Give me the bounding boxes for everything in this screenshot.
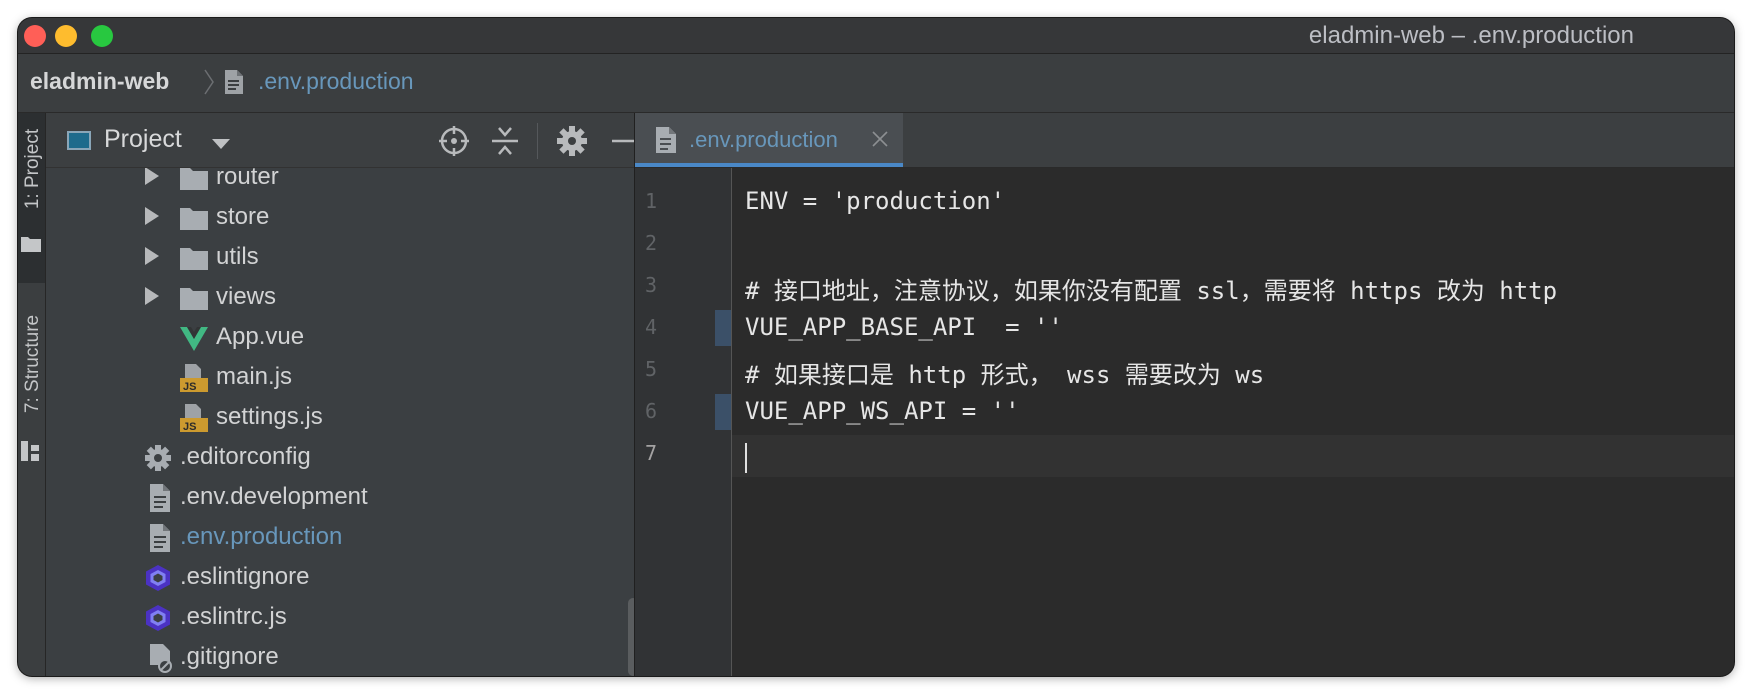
tree-item-gitignore[interactable]: .gitignore — [46, 639, 606, 676]
expand-arrow-icon[interactable] — [145, 247, 159, 265]
svg-text:JS: JS — [183, 421, 196, 433]
line-number: 1 — [645, 189, 658, 213]
folder-icon — [180, 208, 208, 230]
line-number: 7 — [645, 441, 658, 465]
project-panel-header: Project — [46, 113, 636, 168]
line-number: 5 — [645, 357, 658, 381]
line-number: 3 — [645, 273, 658, 297]
project-view-label[interactable]: Project — [104, 125, 182, 154]
eslint-icon — [146, 605, 170, 631]
tree-item-label: main.js — [216, 363, 293, 390]
toolbar-divider — [537, 123, 538, 159]
minimize-window-button[interactable] — [55, 25, 77, 47]
tree-item-label: settings.js — [216, 403, 323, 430]
collapse-all-icon[interactable] — [488, 124, 522, 158]
locate-icon[interactable] — [437, 124, 471, 158]
project-tree: router store utils views App.vue JS main… — [46, 168, 634, 676]
tree-item-label: .editorconfig — [180, 443, 311, 470]
editor-tab-label: .env.production — [689, 127, 838, 152]
tree-item-env-production[interactable]: .env.production — [46, 519, 606, 559]
code-line: # 接口地址，注意协议，如果你没有配置 ssl，需要将 https 改为 htt… — [745, 277, 1558, 305]
tree-item-app-vue[interactable]: App.vue — [46, 319, 606, 359]
chevron-down-icon[interactable] — [212, 139, 230, 149]
tree-item-eslintrc-js[interactable]: .eslintrc.js — [46, 599, 606, 639]
eslint-icon — [146, 565, 170, 591]
tree-item-label: store — [216, 203, 270, 230]
title-bar: eladmin-web – .env.production — [18, 18, 1734, 54]
structure-tool-window-tab[interactable]: 7: Structure — [18, 293, 45, 473]
tree-item-label: .eslintignore — [180, 563, 310, 590]
tree-item-label: .env.production — [180, 523, 343, 550]
code-line: ENV = 'production' — [745, 187, 1006, 215]
editor: .env.production 1 2 3 4 5 6 7 ENV = 'pro… — [634, 113, 1734, 676]
text-file-icon — [656, 127, 676, 153]
folder-icon — [180, 168, 208, 190]
tree-item-settings-js[interactable]: JS settings.js — [46, 399, 606, 439]
text-file-icon — [150, 484, 170, 512]
js-file-icon: JS — [180, 364, 208, 393]
tree-item-label: App.vue — [216, 323, 305, 350]
tree-item-label: .env.development — [180, 483, 368, 510]
current-line-highlight — [635, 435, 1734, 477]
tree-item-views[interactable]: views — [46, 279, 606, 319]
tree-item-label: .gitignore — [180, 643, 279, 670]
editor-tab-env-production[interactable]: .env.production — [635, 113, 903, 167]
line-number-gutter: 1 2 3 4 5 6 7 — [635, 168, 732, 676]
text-cursor — [745, 443, 747, 473]
line-number: 6 — [645, 399, 658, 423]
editor-tab-bar: .env.production — [635, 113, 1734, 168]
tree-item-store[interactable]: store — [46, 199, 606, 239]
vue-icon — [180, 327, 208, 351]
project-view-icon — [67, 131, 91, 150]
window-title: eladmin-web – .env.production — [1308, 22, 1634, 49]
folder-icon — [21, 237, 41, 252]
expand-arrow-icon[interactable] — [145, 287, 159, 305]
ide-window: eladmin-web – .env.production eladmin-we… — [18, 18, 1734, 676]
close-window-button[interactable] — [24, 25, 46, 47]
gear-file-icon — [145, 445, 171, 471]
text-file-icon — [150, 524, 170, 552]
line-number: 4 — [645, 315, 658, 339]
tree-item-label: views — [216, 283, 277, 310]
tree-item-label: .eslintrc.js — [180, 603, 287, 630]
breadcrumb: eladmin-web .env.production — [18, 54, 1734, 113]
project-tool-window-tab[interactable]: 1: Project — [18, 113, 45, 283]
project-panel: Project router store utils views App.vue… — [46, 113, 638, 676]
breadcrumb-project[interactable]: eladmin-web — [30, 68, 169, 95]
tree-item-utils[interactable]: utils — [46, 239, 606, 279]
folder-icon — [180, 288, 208, 310]
tree-item-main-js[interactable]: JS main.js — [46, 359, 606, 399]
expand-arrow-icon[interactable] — [145, 168, 159, 185]
breadcrumb-separator-icon — [204, 69, 214, 95]
expand-arrow-icon[interactable] — [145, 207, 159, 225]
text-file-icon — [225, 70, 243, 94]
active-tab-indicator — [635, 163, 903, 167]
tree-item-eslintignore[interactable]: .eslintignore — [46, 559, 606, 599]
tree-item-env-development[interactable]: .env.development — [46, 479, 606, 519]
structure-tab-label: 7: Structure — [22, 314, 43, 414]
project-tab-label: 1: Project — [22, 128, 43, 210]
modified-line-marker[interactable] — [715, 310, 731, 346]
code-line: # 如果接口是 http 形式， wss 需要改为 ws — [745, 361, 1265, 389]
tree-item-editorconfig[interactable]: .editorconfig — [46, 439, 606, 479]
breadcrumb-file[interactable]: .env.production — [258, 68, 414, 95]
js-file-icon: JS — [180, 404, 208, 433]
line-number: 2 — [645, 231, 658, 255]
code-line: VUE_APP_WS_API = '' — [745, 397, 1020, 425]
ignore-file-icon — [150, 644, 172, 673]
tool-window-strip: 1: Project 7: Structure — [18, 113, 46, 676]
modified-line-marker[interactable] — [715, 394, 731, 430]
gear-icon[interactable] — [555, 124, 589, 158]
code-line: VUE_APP_BASE_API = '' — [745, 313, 1063, 341]
close-icon[interactable] — [871, 130, 889, 148]
zoom-window-button[interactable] — [91, 25, 113, 47]
tree-item-router[interactable]: router — [46, 168, 606, 199]
structure-icon — [21, 441, 39, 461]
tree-item-label: router — [216, 168, 279, 190]
folder-icon — [180, 248, 208, 270]
svg-text:JS: JS — [183, 381, 196, 393]
tree-item-label: utils — [216, 243, 259, 270]
